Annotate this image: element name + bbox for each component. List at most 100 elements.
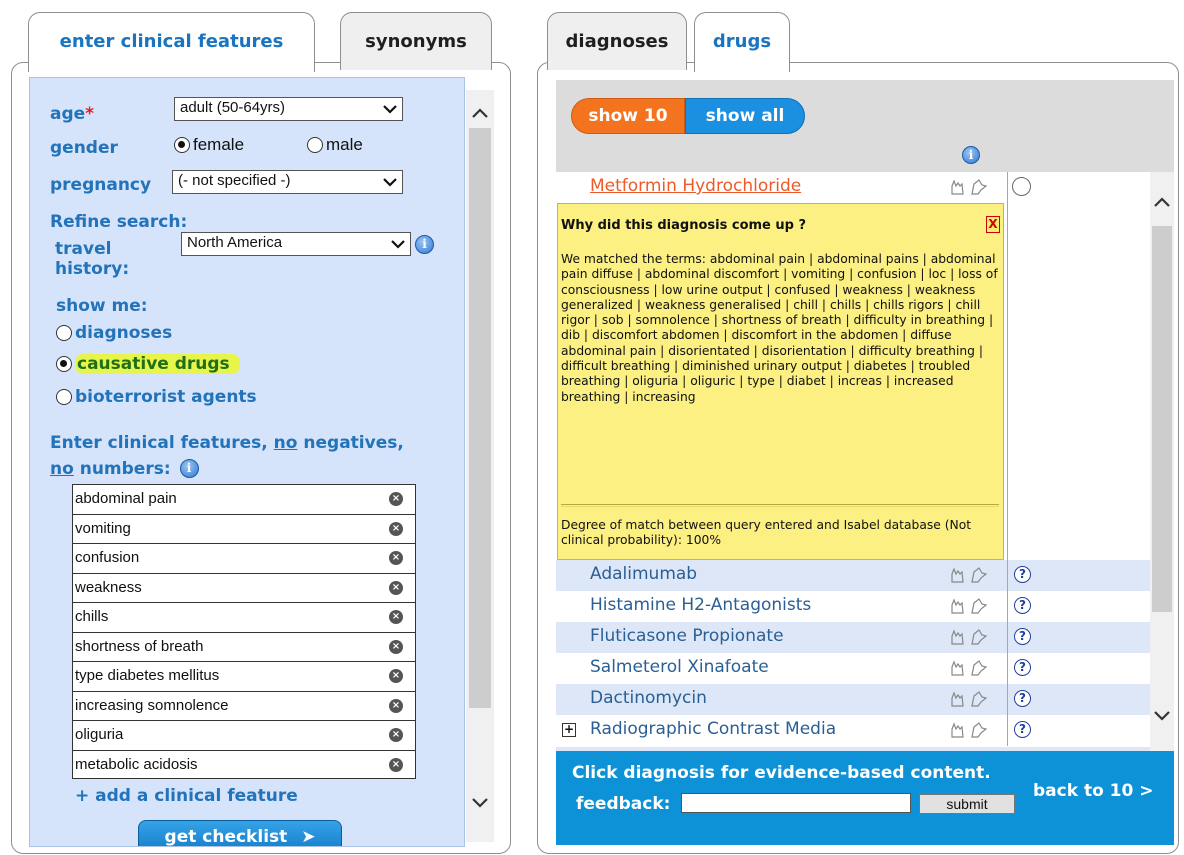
row-divider — [1007, 715, 1008, 746]
show-me-label: show me: — [56, 296, 148, 316]
add-clinical-feature-link[interactable]: + add a clinical feature — [75, 786, 298, 806]
radio-female[interactable] — [174, 137, 190, 153]
hand-pointer-icon[interactable] — [948, 178, 990, 196]
clinical-feature-row[interactable]: chills × — [72, 602, 416, 632]
clinical-feature-row[interactable]: shortness of breath × — [72, 631, 416, 661]
right-scrollbar-thumb[interactable] — [1152, 226, 1172, 612]
help-question-icon[interactable]: ? — [1014, 721, 1031, 738]
scroll-up-icon[interactable] — [1153, 196, 1171, 208]
show-diagnoses-option[interactable]: diagnoses — [56, 323, 172, 343]
drug-row[interactable]: Dactinomycin? — [556, 684, 1150, 715]
drug-row[interactable]: Fluticasone Propionate? — [556, 622, 1150, 653]
clinical-feature-row[interactable]: increasing somnolence × — [72, 690, 416, 720]
scroll-down-icon[interactable] — [471, 797, 489, 809]
clear-feature-icon[interactable]: × — [389, 492, 403, 506]
tab-synonyms[interactable]: synonyms — [340, 12, 492, 70]
clear-feature-icon[interactable]: × — [389, 521, 403, 536]
pregnancy-select[interactable]: (- not specified -) — [172, 170, 403, 194]
help-question-icon[interactable]: ? — [1014, 597, 1031, 614]
drug-name[interactable]: Salmeterol Xinafoate — [590, 657, 769, 677]
show-bioterrorist-option[interactable]: bioterrorist agents — [56, 387, 257, 407]
clinical-feature-row[interactable]: confusion × — [72, 543, 416, 573]
gender-female-option[interactable]: female — [174, 135, 244, 155]
clear-feature-icon[interactable]: × — [389, 610, 403, 624]
feedback-input[interactable] — [681, 793, 911, 813]
clinical-feature-row[interactable]: vomiting × — [72, 513, 416, 543]
help-question-icon[interactable]: ? — [1014, 566, 1031, 583]
submit-button[interactable]: submit — [919, 794, 1015, 814]
clinical-feature-text[interactable]: abdominal pain — [75, 490, 177, 507]
info-icon[interactable]: i — [415, 235, 434, 254]
drug-name[interactable]: Metformin Hydrochloride — [590, 176, 801, 196]
info-icon[interactable]: i — [962, 146, 980, 164]
clear-feature-icon[interactable]: × — [389, 551, 403, 565]
clinical-feature-row[interactable]: type diabetes mellitus × — [72, 661, 416, 691]
travel-history-select[interactable]: North America — [181, 232, 411, 256]
drug-row[interactable]: Histamine H2-Antagonists? — [556, 591, 1150, 622]
clear-feature-icon[interactable]: × — [389, 639, 403, 654]
hand-pointer-icon[interactable] — [948, 721, 990, 739]
clear-feature-icon[interactable]: × — [389, 698, 403, 713]
drug-name[interactable]: Histamine H2-Antagonists — [590, 595, 811, 615]
radio-diagnoses[interactable] — [56, 325, 72, 341]
clinical-feature-text[interactable]: shortness of breath — [75, 638, 203, 655]
clinical-feature-text[interactable]: vomiting — [75, 520, 131, 537]
gender-male-option[interactable]: male — [307, 135, 363, 155]
drug-name[interactable]: Dactinomycin — [590, 688, 707, 708]
drug-row[interactable]: + Radiographic Contrast Media? — [556, 715, 1150, 746]
radio-select-circle[interactable] — [1012, 177, 1031, 196]
radio-male[interactable] — [307, 137, 323, 153]
help-question-icon[interactable]: ? — [1014, 690, 1031, 707]
show-all-button[interactable]: show all — [685, 98, 805, 134]
clinical-feature-text[interactable]: weakness — [75, 579, 142, 596]
clinical-feature-row[interactable]: metabolic acidosis × — [72, 749, 416, 779]
clinical-feature-row[interactable]: abdominal pain × — [72, 484, 416, 514]
show-causative-drugs-option[interactable]: causative drugs — [56, 354, 240, 374]
get-checklist-label: get checklist — [164, 827, 288, 847]
radio-causative-drugs[interactable] — [56, 356, 72, 372]
clear-feature-icon[interactable]: × — [389, 728, 403, 742]
tab-diagnoses[interactable]: diagnoses — [547, 12, 687, 70]
clinical-feature-text[interactable]: chills — [75, 608, 108, 625]
clinical-feature-text[interactable]: increasing somnolence — [75, 697, 228, 714]
get-checklist-button[interactable]: get checklist ➤ — [138, 820, 342, 847]
clinical-form: age* adult (50-64yrs) gender female male… — [29, 77, 465, 847]
clinical-feature-text[interactable]: type diabetes mellitus — [75, 667, 219, 684]
clinical-feature-text[interactable]: oliguria — [75, 726, 123, 743]
row-divider — [1007, 591, 1008, 622]
hand-pointer-icon[interactable] — [948, 690, 990, 708]
tab-enter-clinical-features[interactable]: enter clinical features — [28, 12, 315, 72]
left-scrollbar-thumb[interactable] — [469, 128, 491, 708]
drug-name[interactable]: Fluticasone Propionate — [590, 626, 784, 646]
expand-plus-icon[interactable]: + — [562, 723, 576, 737]
show-10-button[interactable]: show 10 — [571, 98, 685, 134]
close-icon[interactable]: X — [986, 216, 1000, 233]
hand-pointer-icon[interactable] — [948, 597, 990, 615]
hand-pointer-icon[interactable] — [948, 566, 990, 584]
drug-name[interactable]: Radiographic Contrast Media — [590, 719, 836, 739]
drug-row[interactable]: Adalimumab? — [556, 560, 1150, 591]
drug-row-metformin[interactable]: Metformin Hydrochloride — [556, 172, 1150, 203]
info-icon[interactable]: i — [179, 459, 199, 478]
drug-row[interactable]: Salmeterol Xinafoate? — [556, 653, 1150, 684]
clear-feature-icon[interactable]: × — [389, 580, 403, 595]
hand-pointer-icon[interactable] — [948, 628, 990, 646]
travel-label-line1: travel — [55, 239, 112, 259]
help-question-icon[interactable]: ? — [1014, 659, 1031, 676]
clinical-feature-text[interactable]: metabolic acidosis — [75, 756, 198, 773]
clear-feature-icon[interactable]: × — [389, 669, 403, 683]
clear-feature-icon[interactable]: × — [389, 757, 403, 772]
radio-bioterrorist-agents[interactable] — [56, 389, 72, 405]
clinical-feature-row[interactable]: weakness × — [72, 572, 416, 602]
age-select[interactable]: adult (50-64yrs) — [174, 97, 403, 121]
scroll-up-icon[interactable] — [471, 107, 489, 119]
clinical-feature-row[interactable]: oliguria × — [72, 720, 416, 750]
pregnancy-label: pregnancy — [50, 175, 152, 195]
drug-name[interactable]: Adalimumab — [590, 564, 697, 584]
clinical-feature-text[interactable]: confusion — [75, 549, 139, 566]
help-question-icon[interactable]: ? — [1014, 628, 1031, 645]
tab-drugs[interactable]: drugs — [694, 12, 790, 72]
back-to-10-link[interactable]: back to 10 > — [1033, 781, 1154, 801]
scroll-down-icon[interactable] — [1153, 710, 1171, 722]
hand-pointer-icon[interactable] — [948, 659, 990, 677]
